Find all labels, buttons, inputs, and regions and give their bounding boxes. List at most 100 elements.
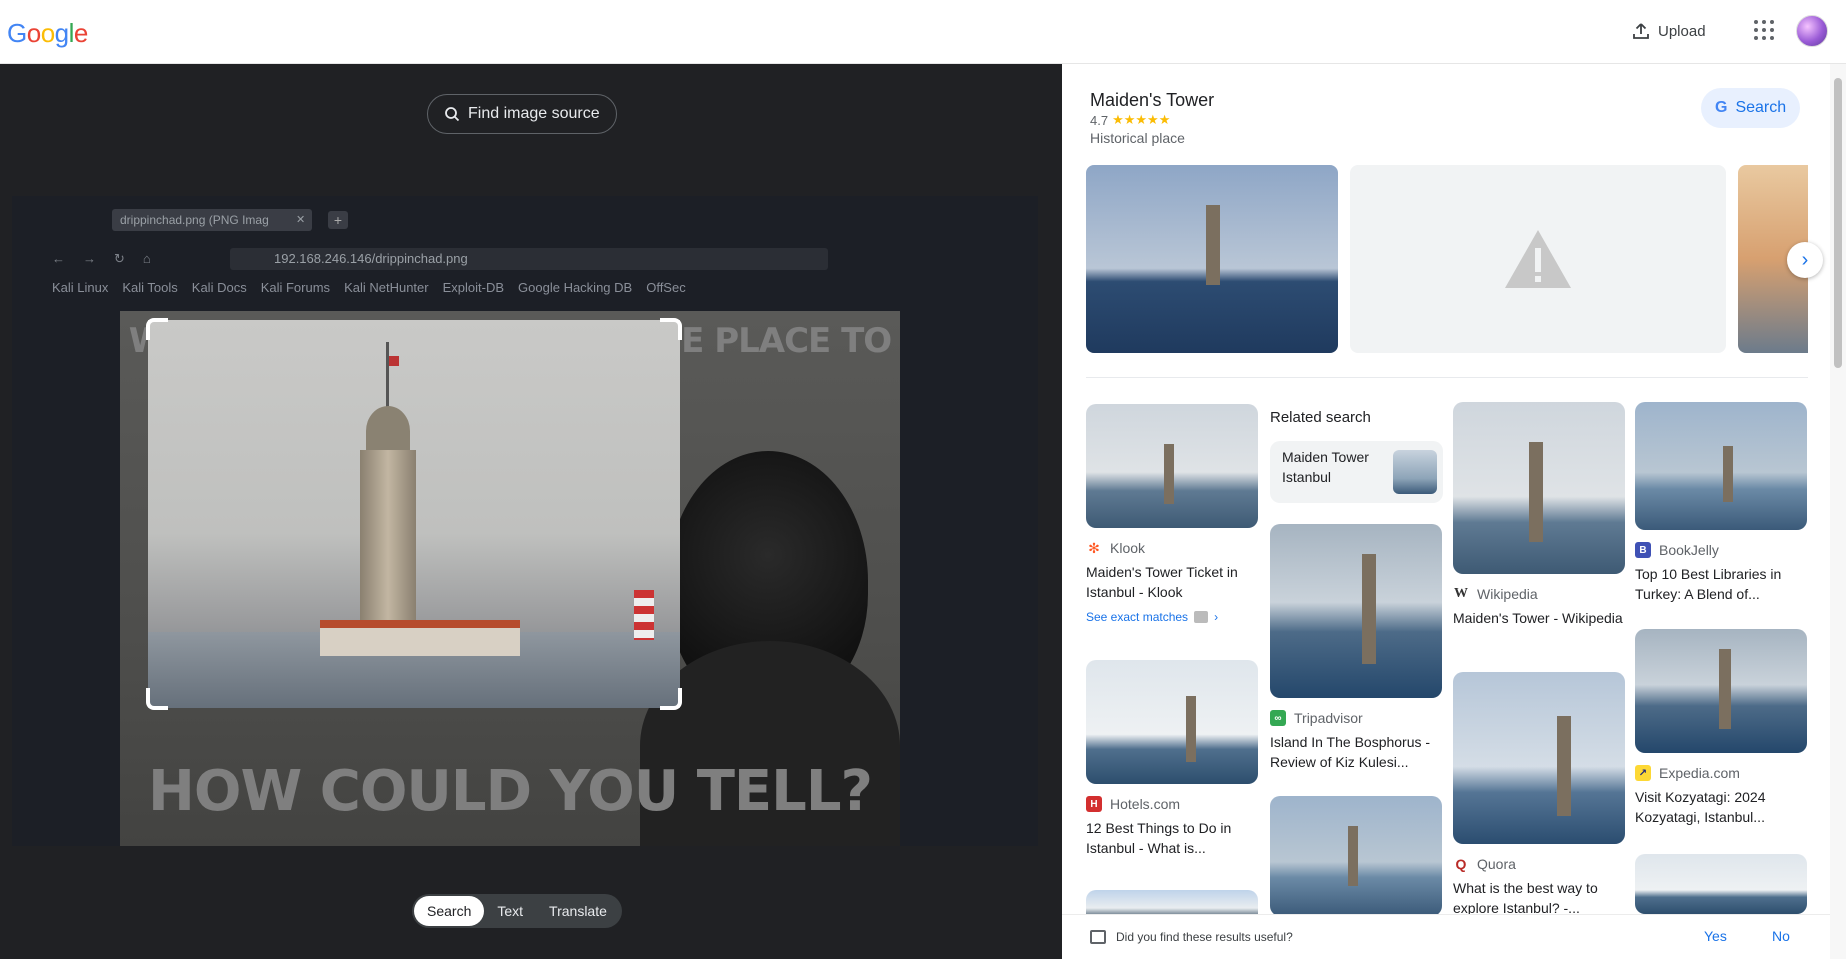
- result-card[interactable]: ↗ Expedia.com Visit Kozyatagi: 2024 Kozy…: [1635, 629, 1807, 827]
- bookmark: Kali Docs: [191, 280, 247, 295]
- upload-label: Upload: [1658, 22, 1706, 40]
- result-title: 12 Best Things to Do in Istanbul - What …: [1086, 820, 1232, 856]
- kp-rating: 4.7 ★★★★★: [1090, 112, 1170, 128]
- result-card[interactable]: [1270, 796, 1442, 916]
- screenshot-nav-icons: ←→↻⌂: [52, 251, 169, 266]
- kp-image-1[interactable]: [1086, 165, 1338, 353]
- upload-icon: [1633, 23, 1649, 39]
- divider: [1086, 377, 1808, 378]
- feedback-icon: [1090, 930, 1106, 944]
- scrollbar-thumb[interactable]: [1834, 78, 1842, 368]
- rating-value: 4.7: [1090, 112, 1109, 128]
- image-viewer-panel: Find image source drippinchad.png (PNG I…: [0, 64, 1062, 959]
- result-title: Maiden's Tower Ticket in Istanbul - Kloo…: [1086, 564, 1238, 600]
- result-title: Maiden's Tower - Wikipedia: [1453, 610, 1623, 626]
- find-image-source-button[interactable]: Find image source: [427, 94, 617, 134]
- feedback-no-button[interactable]: No: [1772, 928, 1790, 944]
- result-thumb: [1086, 404, 1258, 528]
- lens-search-icon: [445, 107, 460, 122]
- result-card[interactable]: B BookJelly Top 10 Best Libraries in Tur…: [1635, 402, 1807, 604]
- meme-bottom-text: HOW COULD YOU TELL?: [147, 759, 873, 824]
- result-thumb: [1635, 854, 1807, 914]
- results-panel: Maiden's Tower 4.7 ★★★★★ Historical plac…: [1062, 64, 1846, 959]
- feedback-bar: Did you find these results useful? Yes N…: [1062, 914, 1846, 959]
- result-title: Island In The Bosphorus - Review of Kiz …: [1270, 734, 1431, 770]
- result-thumb: [1453, 402, 1625, 574]
- crop-handle-top-left[interactable]: [146, 318, 168, 340]
- rating-stars-icon: ★★★★★: [1112, 112, 1171, 127]
- screenshot-bookmarks: Kali Linux Kali Tools Kali Docs Kali For…: [52, 280, 1012, 300]
- screenshot-tab-close-icon: ✕: [296, 214, 306, 226]
- quora-icon: Q: [1453, 856, 1469, 872]
- bookmark: Exploit-DB: [442, 280, 505, 295]
- image-thumb-icon: [1194, 611, 1209, 623]
- crop-selection-area[interactable]: [148, 320, 680, 708]
- klook-icon: ✻: [1086, 540, 1102, 556]
- see-exact-matches-link[interactable]: See exact matches ›: [1086, 610, 1258, 624]
- result-thumb: [1453, 672, 1625, 844]
- upload-button[interactable]: Upload: [1620, 14, 1718, 48]
- kp-search-button[interactable]: G Search: [1701, 88, 1801, 128]
- screenshot-tab: drippinchad.png (PNG Imag: [112, 209, 312, 231]
- result-source: B BookJelly: [1635, 542, 1807, 558]
- result-title: Visit Kozyatagi: 2024 Kozyatagi, Istanbu…: [1635, 789, 1766, 825]
- result-source: H Hotels.com: [1086, 796, 1258, 812]
- feedback-yes-button[interactable]: Yes: [1704, 928, 1727, 944]
- mode-search-tab[interactable]: Search: [414, 896, 485, 926]
- screenshot-url: 192.168.246.146/drippinchad.png: [230, 248, 828, 270]
- result-card[interactable]: ✻ Klook Maiden's Tower Ticket in Istanbu…: [1086, 404, 1258, 624]
- tripadvisor-icon: ∞: [1270, 710, 1286, 726]
- result-source: ∞ Tripadvisor: [1270, 710, 1442, 726]
- result-source: ✻ Klook: [1086, 540, 1258, 556]
- feedback-question: Did you find these results useful?: [1116, 930, 1293, 944]
- bookmark: Google Hacking DB: [518, 280, 633, 295]
- google-g-icon: G: [1715, 99, 1728, 116]
- google-logo[interactable]: Google: [7, 18, 88, 49]
- result-card[interactable]: ∞ Tripadvisor Island In The Bosphorus - …: [1270, 524, 1442, 772]
- crop-handle-bottom-right[interactable]: [660, 688, 682, 710]
- carousel-next-icon[interactable]: ›: [1787, 242, 1823, 278]
- kp-image-2-placeholder[interactable]: [1350, 165, 1726, 353]
- crop-handle-top-right[interactable]: [660, 318, 682, 340]
- related-search-heading: Related search: [1270, 409, 1371, 426]
- kp-category: Historical place: [1090, 130, 1185, 146]
- result-source: W Wikipedia: [1453, 586, 1538, 602]
- result-title: Top 10 Best Libraries in Turkey: A Blend…: [1635, 566, 1782, 602]
- result-thumb: [1270, 524, 1442, 698]
- bookmark: Kali Forums: [260, 280, 331, 295]
- apps-grid-icon[interactable]: [1752, 18, 1776, 42]
- chevron-right-icon: ›: [1214, 610, 1219, 624]
- crop-handle-bottom-left[interactable]: [146, 688, 168, 710]
- bookjelly-icon: B: [1635, 542, 1651, 558]
- result-thumb: [1635, 629, 1807, 753]
- result-thumb: [1270, 796, 1442, 916]
- warning-icon: [1505, 230, 1571, 288]
- wikipedia-icon: W: [1453, 586, 1469, 602]
- screenshot-newtab-icon: +: [328, 211, 348, 229]
- mode-text-tab[interactable]: Text: [484, 896, 536, 926]
- result-thumb: [1635, 402, 1807, 530]
- mode-translate-tab[interactable]: Translate: [536, 896, 620, 926]
- result-card[interactable]: W Wikipedia Maiden's Tower - Wikipedia: [1453, 402, 1625, 628]
- bookmark: Kali Tools: [122, 280, 178, 295]
- expedia-icon: ↗: [1635, 765, 1651, 781]
- result-card[interactable]: Q Quora What is the best way to explore …: [1453, 672, 1625, 918]
- result-card[interactable]: H Hotels.com 12 Best Things to Do in Ist…: [1086, 660, 1258, 858]
- find-image-source-label: Find image source: [468, 105, 600, 122]
- mode-switch: Search Text Translate: [412, 894, 622, 928]
- bookmark: Kali NetHunter: [344, 280, 429, 295]
- related-thumb: [1393, 450, 1437, 494]
- result-card[interactable]: [1635, 854, 1807, 914]
- account-avatar[interactable]: [1796, 15, 1828, 47]
- hotels-icon: H: [1086, 796, 1102, 812]
- result-thumb: [1086, 660, 1258, 784]
- kp-search-label: Search: [1735, 99, 1787, 116]
- related-search-chip[interactable]: Maiden Tower Istanbul: [1270, 441, 1443, 503]
- bookmark: Kali Linux: [52, 280, 109, 295]
- scrollbar[interactable]: [1830, 64, 1846, 959]
- result-title: What is the best way to explore Istanbul…: [1453, 880, 1598, 916]
- bookmark: OffSec: [646, 280, 686, 295]
- top-bar: Google Upload: [0, 0, 1846, 64]
- result-source: ↗ Expedia.com: [1635, 765, 1807, 781]
- kp-title[interactable]: Maiden's Tower: [1090, 90, 1214, 111]
